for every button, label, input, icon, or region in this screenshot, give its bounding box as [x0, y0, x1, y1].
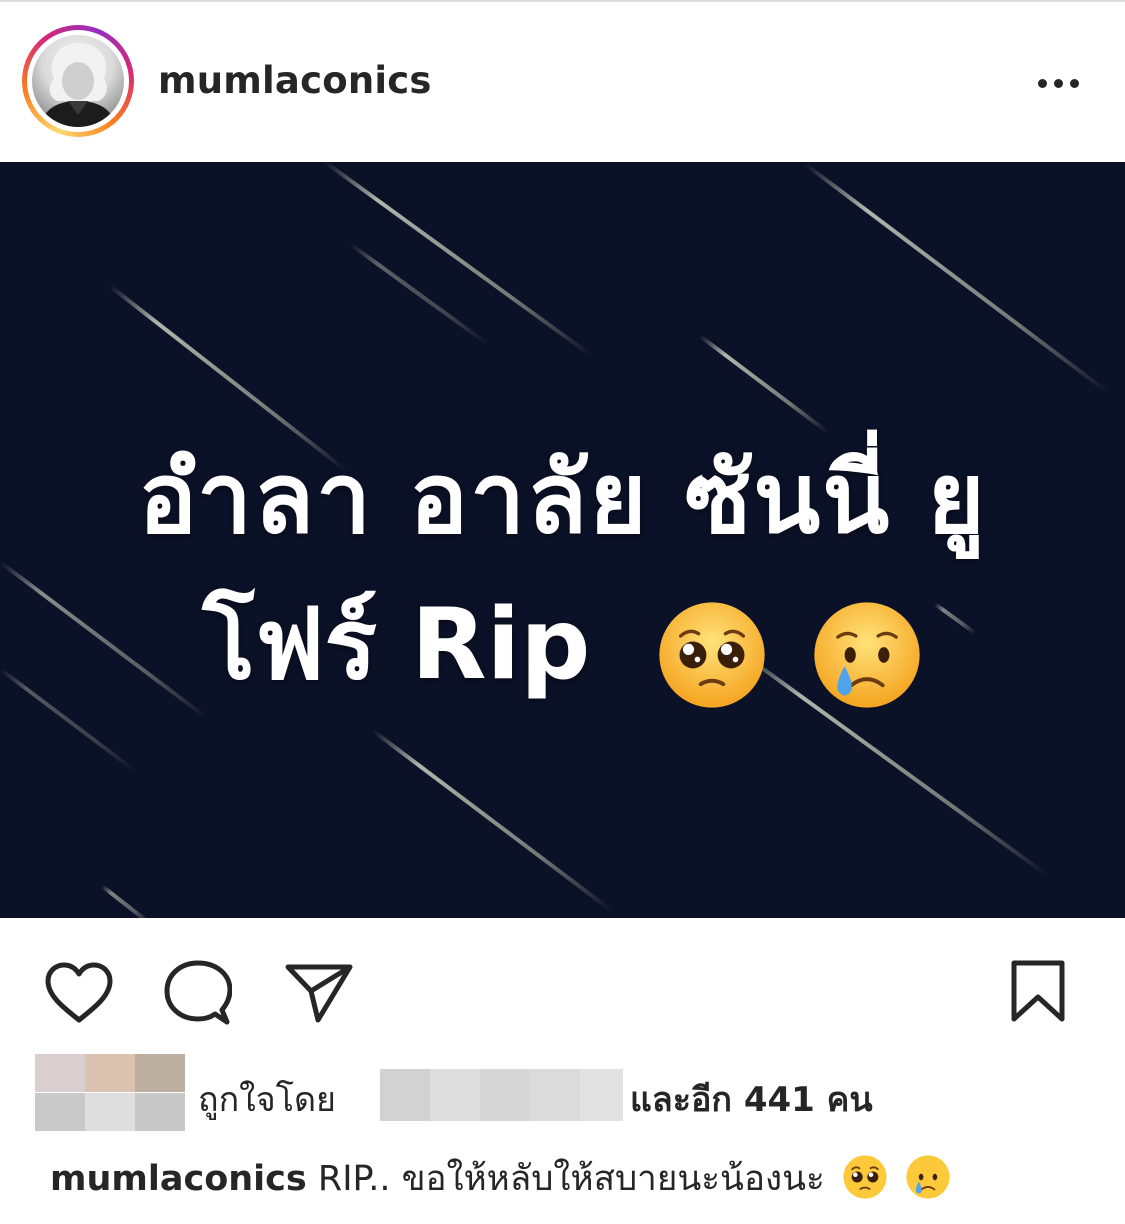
meteor-streak [323, 162, 594, 358]
overlay-emojis [648, 592, 922, 711]
avatar[interactable] [32, 35, 124, 127]
more-options-button[interactable] [1028, 64, 1088, 100]
pleading-face-icon [659, 602, 766, 708]
crying-face-icon [813, 602, 920, 708]
more-horizontal-icon [1038, 79, 1047, 88]
comment-icon[interactable] [164, 960, 232, 1026]
likes-count[interactable]: และอีก 441 คน [630, 1078, 873, 1122]
meteor-streak [100, 884, 151, 918]
meteor-streak [370, 728, 613, 913]
caption-text: RIP.. ขอให้หลับให้สบายนะน้องนะ [317, 1159, 825, 1199]
crying-face-icon [906, 1155, 950, 1199]
post-header: mumlaconics [0, 2, 1125, 162]
post-caption: mumlaconics RIP.. ขอให้หลับให้สบายนะน้อง… [50, 1154, 951, 1204]
likes-row: ถูกใจโดย และอีก 441 คน [0, 1052, 1125, 1132]
post-image[interactable]: อำลา อาลัย ซันนี่ ยู โฟร์ Rip [0, 162, 1125, 918]
avatar-portrait [40, 43, 116, 127]
overlay-text-line2-label: โฟร์ Rip [202, 588, 591, 702]
overlay-text-line1: อำลา อาลัย ซันนี่ ยู [138, 442, 987, 556]
liked-by-username-blurred[interactable] [380, 1069, 623, 1121]
bookmark-icon[interactable] [1010, 959, 1066, 1023]
meteor-streak [803, 162, 1110, 395]
liked-by-label: ถูกใจโดย [198, 1080, 336, 1120]
meteor-streak [698, 334, 829, 434]
post-username[interactable]: mumlaconics [158, 58, 432, 104]
action-bar [0, 930, 1125, 1050]
send-icon[interactable] [284, 962, 354, 1024]
heart-icon[interactable] [44, 962, 114, 1024]
liked-by-avatars[interactable] [35, 1054, 185, 1131]
pleading-face-icon [843, 1155, 887, 1199]
caption-username[interactable]: mumlaconics [50, 1159, 307, 1199]
meteor-streak [348, 242, 489, 346]
story-ring[interactable] [22, 25, 134, 137]
overlay-text-line2: โฟร์ Rip [0, 566, 1125, 722]
